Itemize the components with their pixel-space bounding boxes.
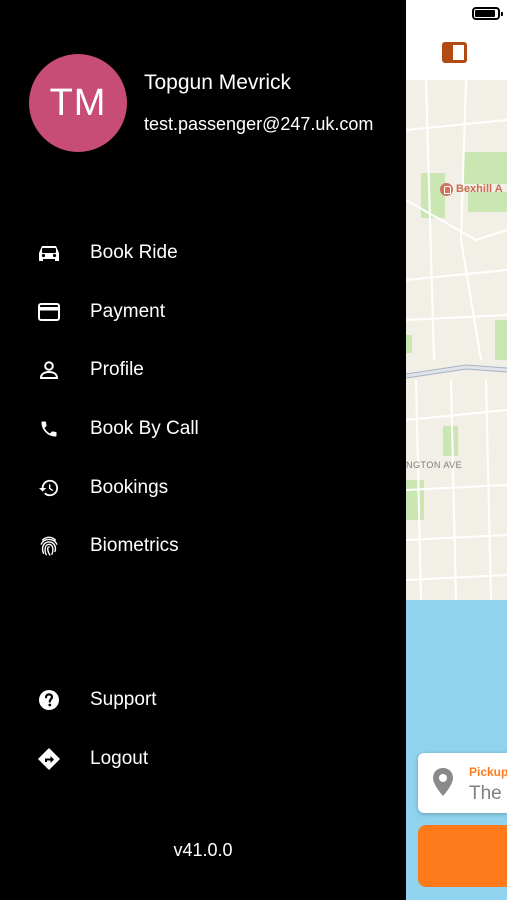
menu-item-label: Profile [90,359,144,380]
avatar[interactable]: TM [29,54,127,152]
side-panel-toggle-icon[interactable] [442,42,467,63]
menu-item-bookings[interactable]: Bookings [0,462,406,514]
pickup-address: The [469,783,502,804]
status-bar [406,0,507,30]
app-version: v41.0.0 [173,840,233,860]
menu-item-label: Payment [90,301,165,322]
user-name: Topgun Mevrick [144,71,292,94]
poi-marker[interactable]: Bexhill A [440,180,507,198]
menu-item-payment[interactable]: Payment [0,286,406,338]
main-app-screen: Bexhill A NGTON AVE Pickup The [406,0,507,900]
menu-item-label: Logout [90,748,149,769]
menu-item-biometrics[interactable]: Biometrics [0,520,406,572]
navigation-drawer: TM Topgun Mevrick test.passenger@247.uk.… [0,0,406,900]
menu-item-book-by-call[interactable]: Book By Call [0,403,406,455]
menu-item-support[interactable]: Support [0,674,406,726]
directions-icon [37,747,61,771]
street-label: NGTON AVE [406,460,463,470]
pickup-location-card[interactable]: Pickup The [418,753,507,813]
menu-item-label: Biometrics [90,535,179,556]
menu-item-profile[interactable]: Profile [0,344,406,396]
primary-action-button[interactable] [418,825,507,887]
menu-item-label: Book By Call [90,418,199,439]
poi-label: Bexhill A [456,183,503,195]
menu-item-logout[interactable]: Logout [0,733,406,785]
credit-card-icon [37,300,61,324]
app-bar [406,30,507,80]
user-email: test.passenger@247.uk.com [144,114,374,134]
person-icon [37,358,61,382]
phone-icon [37,417,61,441]
location-pin-icon [433,768,453,796]
help-circle-icon [37,688,61,712]
car-icon [37,241,61,265]
fingerprint-icon [37,534,61,558]
history-icon [37,476,61,500]
school-icon [440,182,453,196]
menu-item-label: Bookings [90,477,169,498]
pickup-label: Pickup [469,765,507,779]
menu-item-book-ride[interactable]: Book Ride [0,227,406,279]
menu-item-label: Support [90,689,157,710]
battery-icon [472,7,503,20]
menu-item-label: Book Ride [90,242,178,263]
